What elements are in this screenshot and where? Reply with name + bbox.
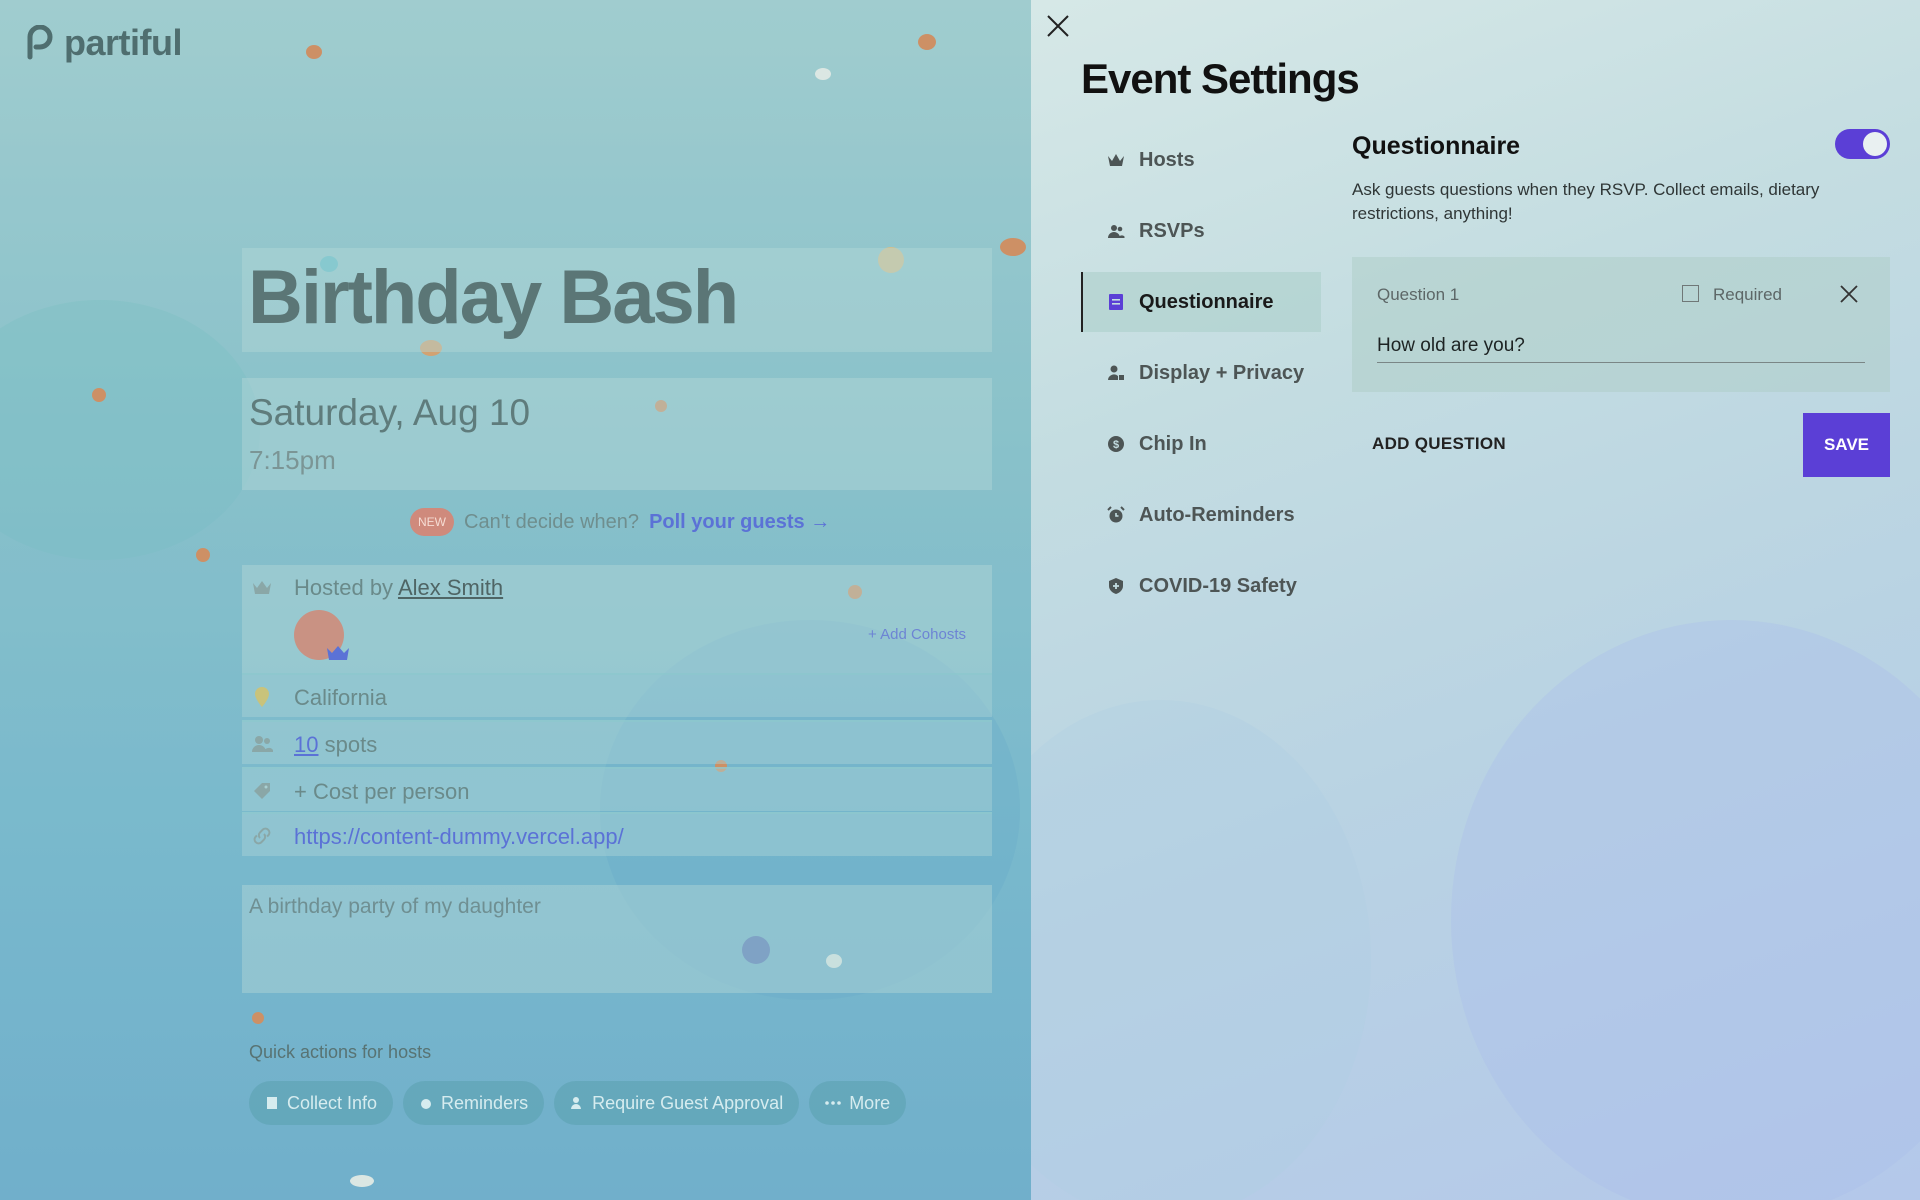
url-row[interactable]: https://content-dummy.vercel.app/ (242, 812, 992, 856)
event-description: A birthday party of my daughter (249, 895, 541, 918)
host-name-link[interactable]: Alex Smith (398, 575, 503, 600)
collect-info-button[interactable]: Collect Info (249, 1081, 394, 1125)
location-row[interactable]: California (242, 673, 992, 717)
people-icon (1108, 225, 1125, 238)
cost-text: + Cost per person (294, 779, 470, 804)
quick-actions-label: Quick actions for hosts (249, 1042, 432, 1062)
alarm-icon (421, 1099, 432, 1109)
nav-item-rsvps[interactable]: RSVPs (1081, 201, 1321, 261)
spots-row[interactable]: 10 spots (242, 720, 992, 764)
form-icon (267, 1097, 277, 1109)
require-guest-approval-label: Require Guest Approval (592, 1092, 784, 1113)
svg-text:$: $ (1113, 439, 1119, 451)
new-badge: NEW (410, 508, 454, 536)
nav-item-display-privacy[interactable]: Display + Privacy (1081, 343, 1321, 403)
more-button[interactable]: More (809, 1081, 907, 1125)
nav-item-label: Chip In (1139, 432, 1207, 455)
link-icon (253, 827, 271, 845)
poll-guests-link[interactable]: Poll your guests → (649, 511, 830, 534)
questionnaire-toggle[interactable] (1835, 129, 1890, 159)
collect-info-label: Collect Info (287, 1092, 378, 1113)
event-page-background: partiful Birthday Bash Saturday, Aug 10 … (0, 0, 1031, 1200)
question-number-label: Question 1 (1377, 285, 1460, 304)
form-icon (1109, 294, 1123, 310)
nav-item-chip-in[interactable]: $ Chip In (1081, 414, 1321, 474)
save-button[interactable]: SAVE (1803, 413, 1890, 477)
toggle-knob (1863, 132, 1887, 156)
event-date: Saturday, Aug 10 (249, 392, 531, 433)
location-text: California (294, 685, 387, 710)
nav-item-label: Questionnaire (1139, 290, 1274, 313)
alarm-icon (1107, 506, 1125, 523)
ellipsis-icon (825, 1101, 841, 1105)
spots-text: 10 spots (294, 732, 377, 758)
shield-icon (1109, 578, 1123, 594)
event-date-card[interactable]: Saturday, Aug 10 7:15pm (242, 378, 992, 490)
quick-actions: Collect Info Reminders Require Guest App… (249, 1081, 907, 1125)
more-label: More (849, 1092, 891, 1113)
settings-title: Event Settings (1081, 55, 1360, 102)
crown-icon (253, 581, 271, 594)
nav-item-label: Auto-Reminders (1139, 503, 1295, 526)
spots-suffix: spots (324, 732, 378, 757)
description-card[interactable]: A birthday party of my daughter (242, 885, 992, 993)
reminders-label: Reminders (441, 1092, 529, 1113)
add-cohosts-link[interactable]: + Add Cohosts (868, 626, 966, 643)
cost-row[interactable]: + Cost per person (242, 767, 992, 811)
nav-item-questionnaire[interactable]: Questionnaire (1081, 272, 1321, 332)
poll-question: Can't decide when? (464, 510, 640, 533)
crown-icon (1108, 154, 1124, 166)
nav-item-label: RSVPs (1139, 219, 1205, 242)
required-label[interactable]: Required (1713, 285, 1782, 305)
remove-question-icon[interactable] (1838, 283, 1860, 305)
person-lock-icon (1108, 365, 1124, 380)
event-time: 7:15pm (249, 445, 336, 475)
background-blob (1451, 620, 1920, 1200)
questionnaire-description: Ask guests questions when they RSVP. Col… (1352, 180, 1820, 223)
person-check-icon (571, 1097, 582, 1109)
nav-item-label: COVID-19 Safety (1139, 574, 1297, 597)
event-title: Birthday Bash (248, 255, 739, 340)
host-section: Hosted by Alex Smith + Add Cohosts (242, 565, 992, 673)
host-crown-icon (327, 646, 349, 660)
close-settings-button[interactable] (1044, 12, 1072, 40)
require-guest-approval-button[interactable]: Require Guest Approval (554, 1081, 800, 1125)
dollar-icon: $ (1108, 436, 1124, 452)
spots-count[interactable]: 10 (294, 732, 318, 757)
poll-guests-row: NEW Can't decide when? Poll your guests … (410, 508, 830, 536)
settings-nav: Hosts RSVPs Questionnaire Display + Priv… (1081, 130, 1321, 627)
nav-item-hosts[interactable]: Hosts (1081, 130, 1321, 190)
reminders-button[interactable]: Reminders (403, 1081, 545, 1125)
ticket-icon (254, 783, 270, 799)
logo-text: partiful (64, 22, 183, 63)
add-question-button[interactable]: ADD QUESTION (1372, 434, 1506, 454)
event-title-card[interactable]: Birthday Bash (242, 248, 992, 352)
nav-item-auto-reminders[interactable]: Auto-Reminders (1081, 485, 1321, 545)
questionnaire-heading: Questionnaire (1352, 132, 1521, 160)
location-pin-icon (255, 687, 269, 707)
background-blob (1031, 700, 1371, 1200)
event-url: https://content-dummy.vercel.app/ (294, 824, 624, 849)
nav-item-label: Hosts (1139, 148, 1195, 171)
required-checkbox[interactable] (1682, 285, 1699, 302)
partiful-logo[interactable]: partiful (24, 22, 183, 64)
hosted-by-prefix: Hosted by (294, 575, 394, 600)
nav-item-label: Display + Privacy (1139, 361, 1305, 384)
hosted-by: Hosted by Alex Smith (294, 575, 503, 601)
people-icon (252, 736, 273, 752)
nav-item-covid-safety[interactable]: COVID-19 Safety (1081, 556, 1321, 616)
question-text-input[interactable] (1377, 329, 1865, 363)
question-card: Question 1 Required (1352, 257, 1890, 392)
partiful-logo-icon (27, 25, 53, 60)
